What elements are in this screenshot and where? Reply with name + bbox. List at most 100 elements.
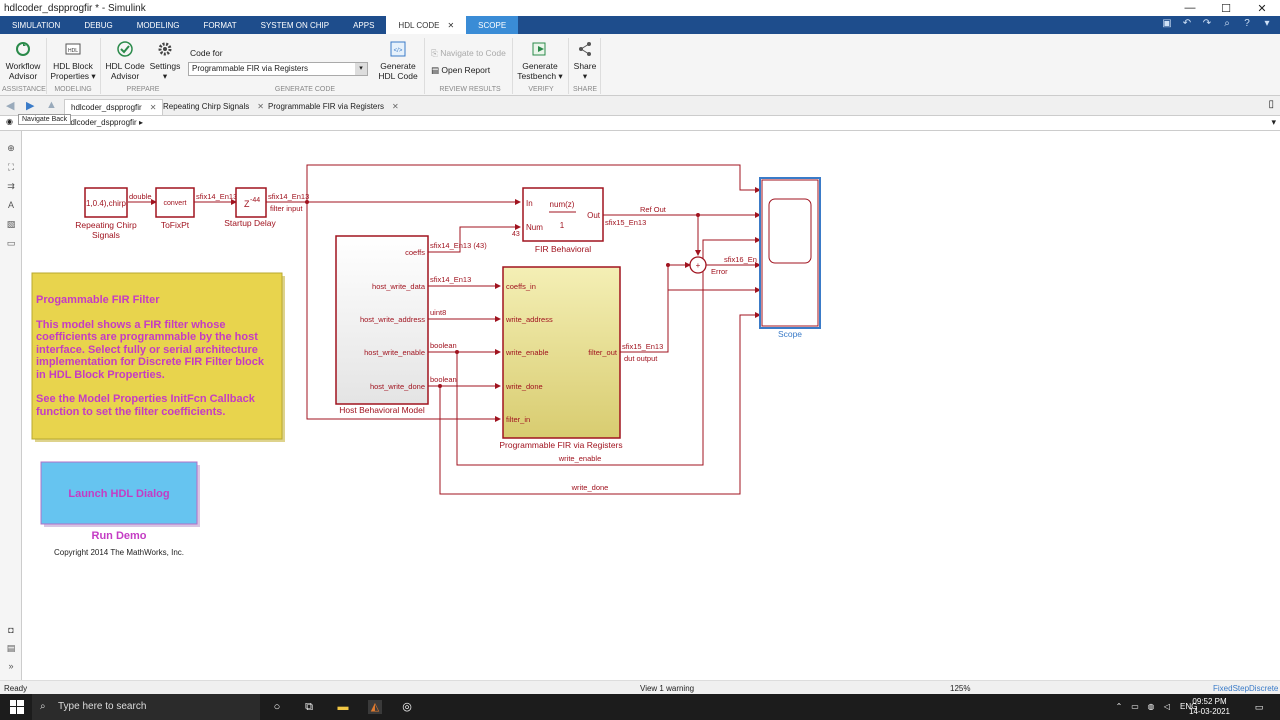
fir-num-port: Num — [526, 223, 543, 232]
volume-icon[interactable]: ◁ — [1160, 700, 1174, 714]
run-demo-label: Run Demo — [92, 530, 147, 542]
title-bar: hdlcoder_dspprogfir * - Simulink — ☐ ✕ — [0, 0, 1280, 16]
pin-icon[interactable]: ▾ — [355, 63, 367, 75]
up-arrow-icon[interactable]: ▲ — [46, 99, 57, 111]
left-palette: ⊕ ⛶ ⇉ A ▧ ▭ ◘ ▤ » — [0, 131, 22, 680]
file-explorer-icon[interactable]: ▬ — [336, 700, 350, 714]
open-report-label: Open Report — [441, 65, 491, 75]
navigate-to-code-button[interactable]: ⎘ Navigate to Code — [431, 48, 506, 59]
close-tab-icon[interactable]: ✕ — [447, 21, 454, 30]
host-behavioral-model-block[interactable]: coeffs host_write_data host_write_addres… — [335, 235, 429, 405]
tab-scope[interactable]: SCOPE — [466, 16, 519, 34]
tab-modeling[interactable]: MODELING — [125, 16, 192, 34]
tab-hdl-code[interactable]: HDL CODE ✕ — [386, 16, 467, 34]
group-review-results: REVIEW RESULTS — [439, 86, 501, 93]
chirp-label-1: Repeating Chirp — [75, 220, 137, 230]
workflow-advisor-label-1: Workflow — [5, 61, 41, 71]
launch-hdl-dialog-button[interactable]: Launch HDL Dialog — [40, 461, 200, 527]
sum-block[interactable]: + — [689, 256, 707, 274]
show-hidden-icons[interactable]: ⌃ — [1112, 700, 1126, 714]
tab-simulation[interactable]: SIMULATION — [0, 16, 72, 34]
signal-label-double: double — [129, 192, 152, 201]
windows-start-icon[interactable] — [10, 700, 24, 714]
forward-arrow-icon[interactable]: ▶ — [26, 99, 34, 112]
group-assistance: ASSISTANCE — [2, 86, 46, 93]
chevron-down-icon[interactable]: ▾ — [1271, 117, 1276, 128]
startup-delay-block[interactable]: Z -44 — [235, 187, 267, 218]
fit-view-icon[interactable]: ⛶ — [5, 162, 17, 174]
convert-block[interactable]: convert — [155, 187, 195, 218]
matlab-icon[interactable]: ◭ — [368, 700, 382, 714]
settings-label-1: Settings — [149, 61, 181, 71]
camera-icon[interactable]: ◘ — [5, 625, 17, 637]
close-icon[interactable]: ✕ — [150, 103, 157, 112]
zoom-icon[interactable]: ⊕ — [5, 143, 17, 155]
redo-icon[interactable]: ↷ — [1200, 18, 1214, 32]
model-browser-icon[interactable]: ◉ — [6, 117, 13, 126]
ribbon-separator — [46, 38, 47, 94]
model-tab-repeating-chirp[interactable]: Repeating Chirp Signals ✕ — [157, 99, 270, 115]
save-icon[interactable]: ▣ — [1160, 18, 1174, 32]
port-write-address: write_address — [505, 315, 553, 324]
task-view-icon[interactable]: ⧉ — [302, 700, 316, 714]
notification-icon[interactable]: ▭ — [1252, 700, 1266, 714]
chirp-block[interactable]: 1,0.4),chirp — [84, 187, 128, 218]
area-icon[interactable]: ▭ — [5, 238, 17, 250]
cortana-icon[interactable]: ○ — [270, 700, 284, 714]
signal-label-sfix16: sfix16_En — [724, 255, 757, 264]
model-canvas[interactable]: 1,0.4),chirp Repeating Chirp Signals dou… — [22, 131, 1280, 680]
explorer-icon[interactable]: ▤ — [5, 643, 17, 655]
generate-testbench-button[interactable]: Generate Testbench ▾ — [516, 40, 564, 81]
collapse-icon[interactable]: » — [5, 661, 17, 673]
image-icon[interactable]: ▧ — [5, 219, 17, 231]
back-arrow-icon[interactable]: ◀ — [6, 99, 14, 112]
open-report-button[interactable]: ▤ Open Report — [431, 65, 490, 76]
tofixpt-label: ToFixPt — [161, 220, 190, 230]
clock[interactable]: 09:52 PM 14-03-2021 — [1189, 697, 1230, 717]
help-icon[interactable]: ? — [1240, 18, 1254, 32]
status-bar: Ready View 1 warning 125% FixedStepDiscr… — [0, 680, 1280, 694]
ref-out-label: Ref Out — [640, 205, 667, 214]
hdl-block-properties-button[interactable]: HDL HDL Block Properties ▾ — [50, 40, 96, 81]
tab-apps[interactable]: APPS — [341, 16, 386, 34]
close-icon[interactable]: ✕ — [392, 102, 399, 111]
tab-format[interactable]: FORMAT — [191, 16, 248, 34]
write-done-line-label: write_done — [571, 483, 609, 492]
settings-button[interactable]: Settings ▾ — [148, 40, 182, 81]
tab-debug[interactable]: DEBUG — [72, 16, 124, 34]
chirp-block-text: 1,0.4),chirp — [86, 199, 127, 208]
scope-block[interactable] — [759, 177, 821, 329]
programmable-fir-block[interactable]: coeffs_in write_address write_enable wri… — [502, 266, 621, 439]
write-enable-line-label: write_enable — [558, 454, 602, 463]
undo-icon[interactable]: ↶ — [1180, 18, 1194, 32]
usb-icon[interactable]: ▭ — [1128, 700, 1142, 714]
tab-system-on-chip[interactable]: SYSTEM ON CHIP — [249, 16, 341, 34]
expand-icon[interactable]: ▾ — [1260, 18, 1274, 32]
workflow-advisor-button[interactable]: Workflow Advisor — [4, 40, 42, 81]
code-for-select[interactable]: Programmable FIR via Registers ▾ — [188, 62, 368, 76]
model-tab-programmable-fir[interactable]: Programmable FIR via Registers ✕ — [262, 99, 405, 115]
model-tab-hdlcoder-dspprogfir[interactable]: hdlcoder_dspprogfir ✕ — [64, 99, 164, 115]
status-solver[interactable]: FixedStepDiscrete — [1213, 684, 1278, 693]
hdl-code-advisor-button[interactable]: HDL Code Advisor — [104, 40, 146, 81]
model-tabs-bar: ◀ ▶ ▲ hdlcoder_dspprogfir ✕ Repeating Chi… — [0, 96, 1280, 116]
annotation-icon[interactable]: A — [5, 200, 17, 212]
status-warning-link[interactable]: View 1 warning — [640, 684, 694, 693]
taskbar-search-box[interactable]: ⌕ Type here to search — [32, 694, 260, 720]
expand-panel-icon[interactable]: ▯ — [1268, 99, 1274, 110]
network-icon[interactable]: ◍ — [1144, 700, 1158, 714]
workflow-advisor-label-2: Advisor — [8, 71, 38, 81]
check-icon — [117, 41, 133, 57]
obs-icon[interactable]: ◎ — [400, 700, 414, 714]
toolstrip-tabs: SIMULATION DEBUG MODELING FORMAT SYSTEM … — [0, 16, 1280, 34]
quick-access-toolbar: ▣ ↶ ↷ ⌕ ? ▾ — [1160, 18, 1274, 32]
breadcrumb[interactable]: hdlcoder_dspprogfir ▸ — [66, 118, 143, 127]
generate-hdl-code-button[interactable]: </> Generate HDL Code — [376, 40, 420, 81]
search-docs-icon[interactable]: ⌕ — [1220, 18, 1234, 32]
maximize-button[interactable]: ☐ — [1208, 0, 1244, 16]
minimize-button[interactable]: — — [1172, 0, 1208, 16]
share-button[interactable]: Share ▾ — [572, 40, 598, 81]
fir-behavioral-block[interactable]: In Num Out num(z) 1 — [522, 187, 604, 242]
close-window-button[interactable]: ✕ — [1244, 0, 1280, 16]
arrow-icon[interactable]: ⇉ — [5, 181, 17, 193]
